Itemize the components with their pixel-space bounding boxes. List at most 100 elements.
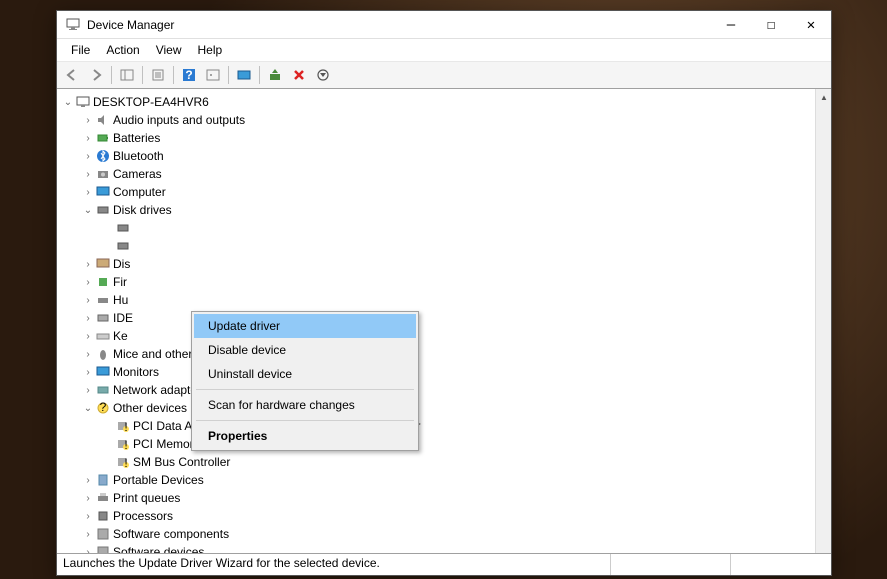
- disable-button[interactable]: [312, 64, 334, 86]
- tree-item-bluetooth[interactable]: ›Bluetooth: [57, 147, 831, 165]
- chevron-down-icon[interactable]: ⌄: [81, 205, 95, 216]
- tree-label: Ke: [113, 329, 128, 343]
- close-button[interactable]: ✕: [791, 11, 831, 39]
- window-title: Device Manager: [87, 18, 711, 32]
- tree-item-portable[interactable]: ›Portable Devices: [57, 471, 831, 489]
- tree-item-print[interactable]: › Print queues: [57, 489, 831, 507]
- warning-icon: ?: [95, 400, 111, 416]
- tree-label: Software components: [113, 527, 229, 541]
- toolbar-separator: [228, 66, 229, 84]
- menu-action[interactable]: Action: [98, 41, 147, 59]
- tree-item-other[interactable]: ⌄?Other devices: [57, 399, 831, 417]
- show-hide-tree-button[interactable]: [116, 64, 138, 86]
- mouse-icon: [95, 346, 111, 362]
- tree-item-software-devices[interactable]: ›Software devices: [57, 543, 831, 553]
- minimize-button[interactable]: —: [711, 11, 751, 39]
- tree-item-other-child[interactable]: !PCI Data Acquisition and Signal Process…: [57, 417, 831, 435]
- tree-item-cameras[interactable]: › Cameras: [57, 165, 831, 183]
- tree-item-batteries[interactable]: ›Batteries: [57, 129, 831, 147]
- menu-view[interactable]: View: [148, 41, 190, 59]
- tree-item-audio[interactable]: ›Audio inputs and outputs: [57, 111, 831, 129]
- tree-label: Cameras: [113, 167, 162, 181]
- action-icon[interactable]: [202, 64, 224, 86]
- toolbar-separator: [259, 66, 260, 84]
- svg-text:!: !: [124, 456, 127, 469]
- ctx-disable-device[interactable]: Disable device: [194, 338, 416, 362]
- chevron-right-icon[interactable]: ›: [81, 349, 95, 360]
- chevron-right-icon[interactable]: ›: [81, 151, 95, 162]
- chevron-right-icon[interactable]: ›: [81, 295, 95, 306]
- chevron-right-icon[interactable]: ›: [81, 169, 95, 180]
- chevron-right-icon[interactable]: ›: [81, 493, 95, 504]
- ctx-uninstall-device[interactable]: Uninstall device: [194, 362, 416, 386]
- disk-icon: [115, 220, 131, 236]
- forward-button[interactable]: [85, 64, 107, 86]
- update-driver-button[interactable]: [264, 64, 286, 86]
- uninstall-button[interactable]: [288, 64, 310, 86]
- titlebar[interactable]: Device Manager — ☐ ✕: [57, 11, 831, 39]
- tree-item-software-components[interactable]: › Software components: [57, 525, 831, 543]
- tree-item-other-child[interactable]: !PCI Memory Controller: [57, 435, 831, 453]
- tree-item-computer[interactable]: ›Computer: [57, 183, 831, 201]
- tree-item-hid[interactable]: › Hu: [57, 291, 831, 309]
- chevron-right-icon[interactable]: ›: [81, 277, 95, 288]
- app-icon: [65, 17, 81, 33]
- tree-item-disk-child[interactable]: [57, 237, 831, 255]
- tree-root-label: DESKTOP-EA4HVR6: [93, 95, 209, 109]
- tree-item-disk-drives[interactable]: ⌄Disk drives: [57, 201, 831, 219]
- tree-item-firmware[interactable]: ›Fir: [57, 273, 831, 291]
- battery-icon: [95, 130, 111, 146]
- menu-file[interactable]: File: [63, 41, 98, 59]
- back-button[interactable]: [61, 64, 83, 86]
- chevron-right-icon[interactable]: ›: [81, 547, 95, 554]
- chevron-right-icon[interactable]: ›: [81, 367, 95, 378]
- window-buttons: — ☐ ✕: [711, 11, 831, 39]
- tree-item-ide[interactable]: ›IDE: [57, 309, 831, 327]
- chevron-right-icon[interactable]: ›: [81, 133, 95, 144]
- ctx-properties[interactable]: Properties: [194, 424, 416, 448]
- device-tree[interactable]: ⌄ DESKTOP-EA4HVR6 ›Audio inputs and outp…: [57, 89, 831, 553]
- toolbar-separator: [142, 66, 143, 84]
- tree-label: Processors: [113, 509, 173, 523]
- chevron-right-icon[interactable]: ›: [81, 385, 95, 396]
- tree-item-display[interactable]: ›Dis: [57, 255, 831, 273]
- menu-help[interactable]: Help: [190, 41, 231, 59]
- tree-item-keyboards[interactable]: › Ke: [57, 327, 831, 345]
- properties-button[interactable]: [147, 64, 169, 86]
- tree-item-processors[interactable]: › Processors: [57, 507, 831, 525]
- chevron-down-icon[interactable]: ⌄: [81, 403, 95, 414]
- chevron-right-icon[interactable]: ›: [81, 511, 95, 522]
- ctx-scan-hardware[interactable]: Scan for hardware changes: [194, 393, 416, 417]
- maximize-button[interactable]: ☐: [751, 11, 791, 39]
- status-pane: [611, 554, 731, 575]
- help-button[interactable]: ?: [178, 64, 200, 86]
- scan-button[interactable]: [233, 64, 255, 86]
- chevron-right-icon[interactable]: ›: [81, 331, 95, 342]
- chevron-right-icon[interactable]: ›: [81, 475, 95, 486]
- software-icon: [95, 544, 111, 553]
- chevron-right-icon[interactable]: ›: [81, 313, 95, 324]
- chevron-right-icon[interactable]: ›: [81, 115, 95, 126]
- tree-item-other-child[interactable]: ! SM Bus Controller: [57, 453, 831, 471]
- chevron-down-icon[interactable]: ⌄: [61, 97, 75, 108]
- cpu-icon: [95, 508, 111, 524]
- tree-item-network[interactable]: ›Network adapters: [57, 381, 831, 399]
- chevron-right-icon[interactable]: ›: [81, 187, 95, 198]
- chevron-right-icon[interactable]: ›: [81, 529, 95, 540]
- tree-root[interactable]: ⌄ DESKTOP-EA4HVR6: [57, 93, 831, 111]
- display-icon: [95, 256, 111, 272]
- toolbar-separator: [173, 66, 174, 84]
- svg-text:!: !: [124, 420, 127, 433]
- monitor-icon: [95, 184, 111, 200]
- tree-label: Print queues: [113, 491, 180, 505]
- scrollbar[interactable]: ▲: [815, 89, 831, 553]
- tree-label: SM Bus Controller: [133, 455, 230, 469]
- ctx-update-driver[interactable]: Update driver: [194, 314, 416, 338]
- device-manager-window: Device Manager — ☐ ✕ File Action View He…: [56, 10, 832, 576]
- tree-item-monitors[interactable]: ›Monitors: [57, 363, 831, 381]
- chevron-right-icon[interactable]: ›: [81, 259, 95, 270]
- tree-item-mice[interactable]: ›Mice and other pointing devices: [57, 345, 831, 363]
- tree-item-disk-child[interactable]: [57, 219, 831, 237]
- tree-label: Hu: [113, 293, 128, 307]
- scroll-up-icon[interactable]: ▲: [816, 89, 831, 105]
